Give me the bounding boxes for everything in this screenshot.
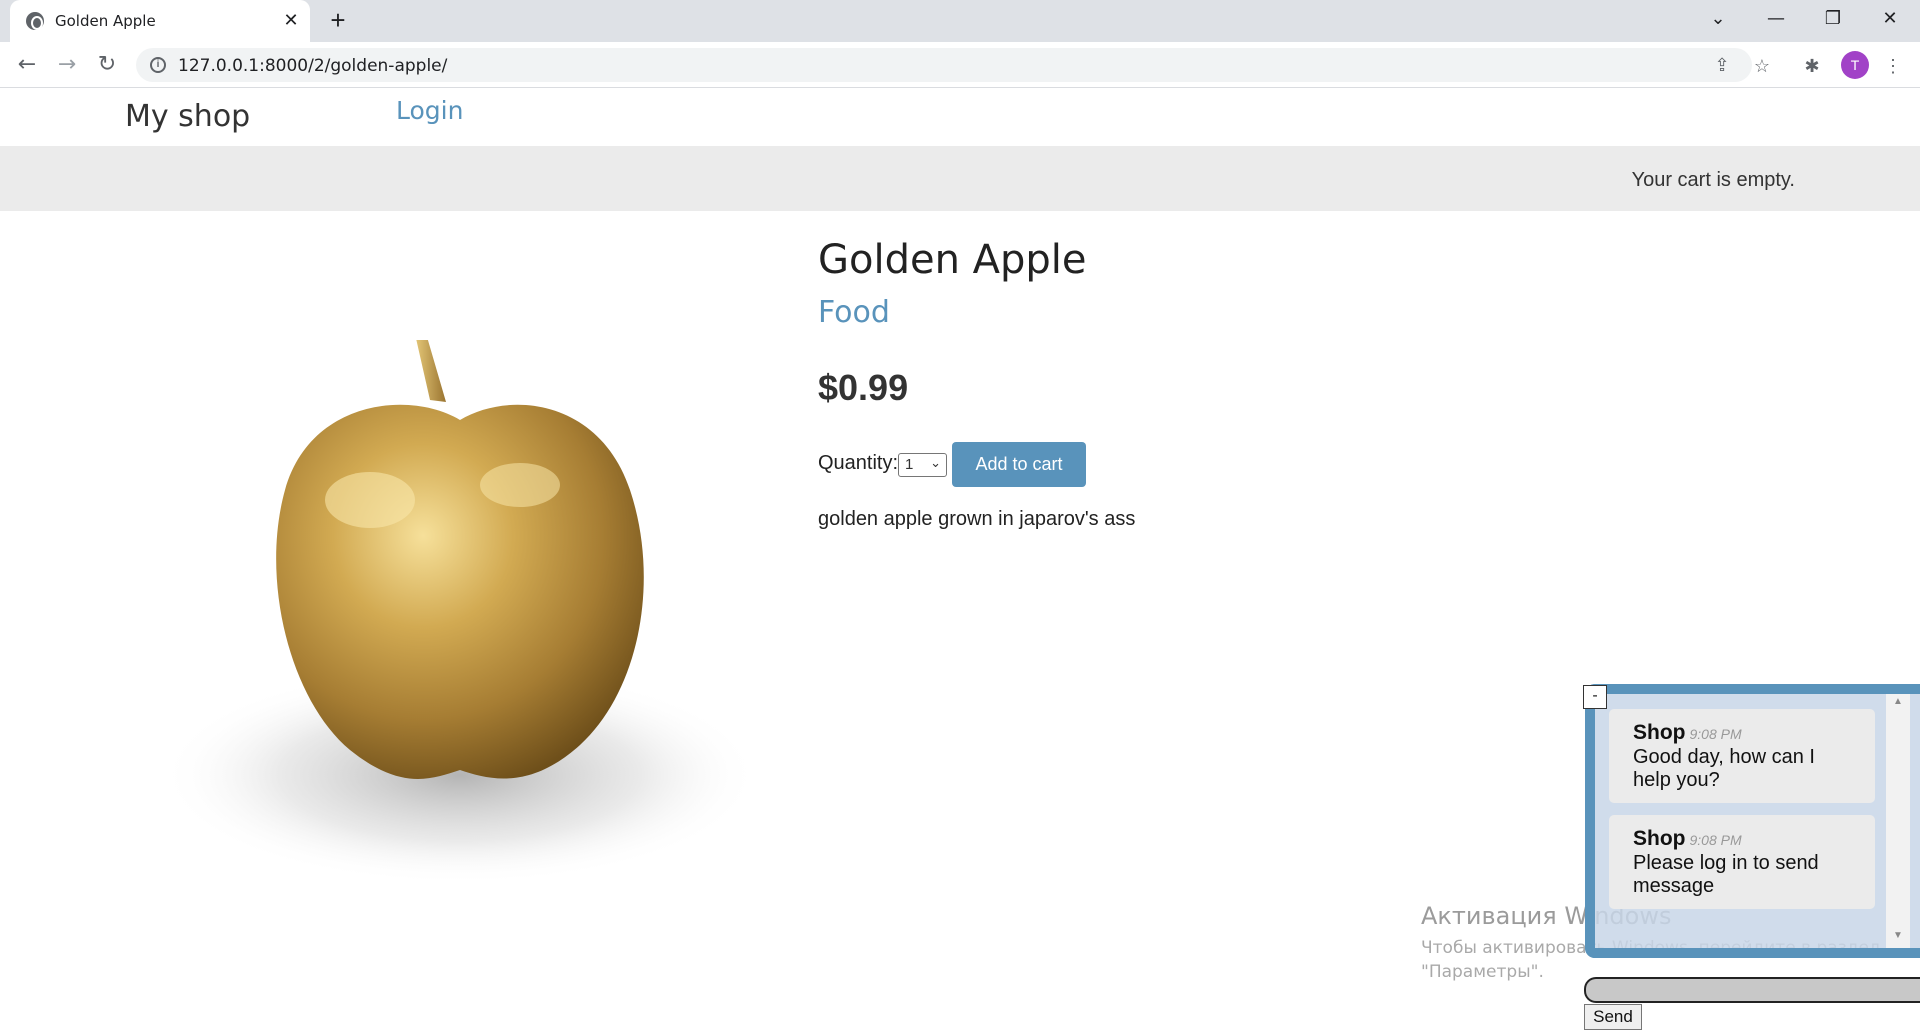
- chat-message: Shop 9:08 PM Good day, how can I help you…: [1609, 709, 1875, 803]
- globe-icon: [26, 12, 44, 30]
- chat-send-button[interactable]: Send: [1584, 1004, 1642, 1030]
- quantity-select[interactable]: 1 ⌄: [898, 453, 947, 477]
- profile-avatar[interactable]: T: [1841, 51, 1869, 79]
- close-window-icon[interactable]: ✕: [1862, 0, 1918, 38]
- site-logo[interactable]: My shop: [125, 99, 250, 134]
- category-link[interactable]: Food: [818, 295, 890, 330]
- cart-bar: Your cart is empty.: [0, 146, 1920, 211]
- browser-tab[interactable]: Golden Apple ✕: [10, 0, 310, 42]
- product-price: $0.99: [818, 367, 909, 408]
- scroll-up-icon[interactable]: ▲: [1886, 696, 1910, 712]
- back-icon[interactable]: ←: [12, 50, 42, 80]
- apple-body: [276, 404, 644, 779]
- cart-status: Your cart is empty.: [1631, 169, 1795, 191]
- chat-minimize-button[interactable]: -: [1583, 685, 1607, 709]
- browser-toolbar: ← → ↻ i 127.0.0.1:8000/2/golden-apple/ ⇪…: [0, 42, 1920, 88]
- product-description: golden apple grown in japarov's ass: [818, 508, 1136, 530]
- scroll-down-icon[interactable]: ▼: [1886, 930, 1910, 946]
- quantity-value: 1: [905, 456, 914, 473]
- apple-highlight-right: [480, 463, 560, 507]
- apple-stem: [416, 340, 446, 402]
- menu-icon[interactable]: ⋮: [1881, 54, 1905, 78]
- close-tab-icon[interactable]: ✕: [280, 9, 302, 31]
- site-header: My shop Login: [0, 89, 1920, 146]
- extensions-icon[interactable]: ✱: [1800, 54, 1824, 78]
- url-text[interactable]: 127.0.0.1:8000/2/golden-apple/: [178, 56, 447, 76]
- chat-message: Shop 9:08 PM Please log in to send messag…: [1609, 815, 1875, 909]
- chat-message-time: 9:08 PM: [1689, 832, 1742, 848]
- product-title: Golden Apple: [818, 237, 1087, 283]
- tab-title: Golden Apple: [55, 12, 156, 30]
- login-link[interactable]: Login: [396, 96, 463, 125]
- address-bar[interactable]: i 127.0.0.1:8000/2/golden-apple/ ⇪: [136, 48, 1752, 82]
- product-image: [160, 340, 760, 885]
- chat-message-time: 9:08 PM: [1689, 726, 1742, 742]
- info-icon[interactable]: i: [150, 57, 166, 73]
- forward-icon[interactable]: →: [52, 50, 82, 80]
- new-tab-button[interactable]: +: [324, 6, 352, 34]
- add-to-cart-button[interactable]: Add to cart: [952, 442, 1086, 487]
- chevron-down-icon: ⌄: [930, 455, 941, 470]
- tab-search-icon[interactable]: ⌄: [1690, 0, 1746, 38]
- apple-highlight: [325, 472, 415, 528]
- chat-message-input[interactable]: [1584, 977, 1920, 1003]
- star-icon[interactable]: ☆: [1750, 54, 1774, 78]
- minimize-window-icon[interactable]: —: [1748, 0, 1804, 38]
- restore-window-icon[interactable]: ❐: [1805, 0, 1861, 38]
- chat-message-author: Shop: [1633, 721, 1686, 744]
- browser-tab-strip: Golden Apple ✕ + ⌄ — ❐ ✕: [0, 0, 1920, 42]
- reload-icon[interactable]: ↻: [92, 50, 122, 80]
- chat-scrollbar[interactable]: ▲ ▼: [1886, 694, 1910, 948]
- chat-message-author: Shop: [1633, 827, 1686, 850]
- chat-message-text: Please log in to send message: [1633, 852, 1819, 897]
- chat-message-text: Good day, how can I help you?: [1633, 746, 1815, 791]
- quantity-label: Quantity:: [818, 452, 899, 474]
- share-icon[interactable]: ⇪: [1710, 53, 1734, 77]
